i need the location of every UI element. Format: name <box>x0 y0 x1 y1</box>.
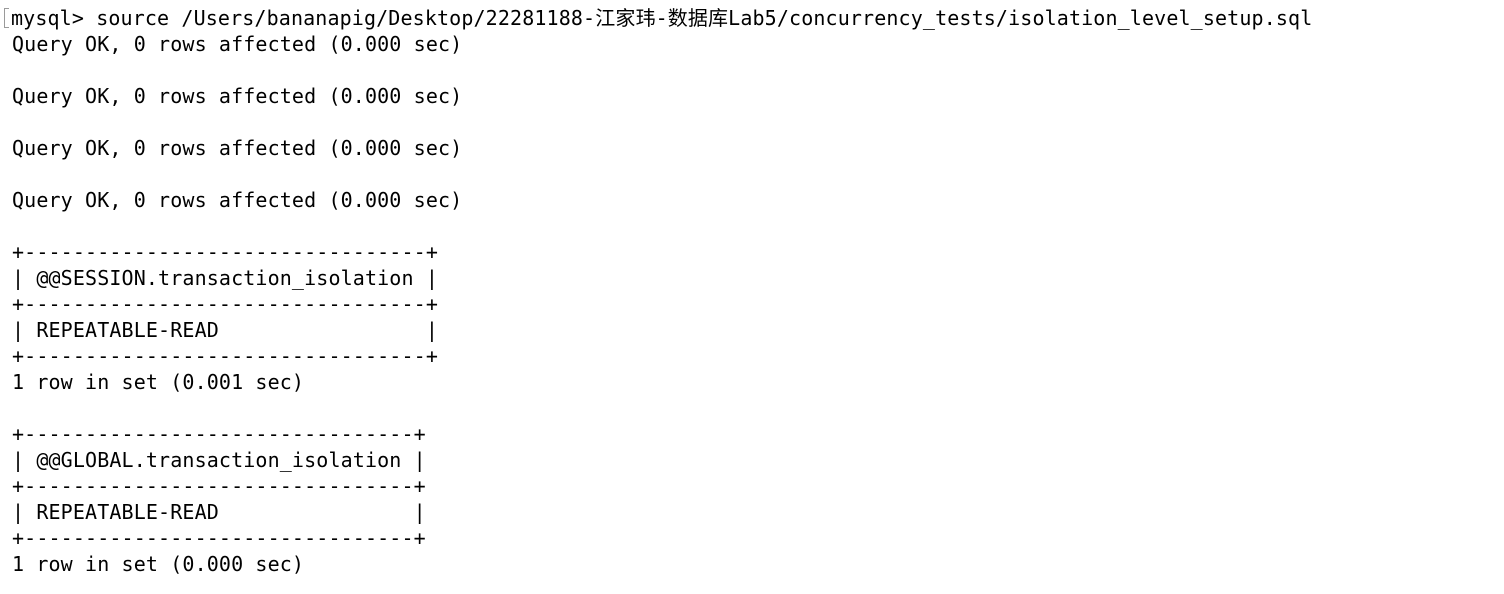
table-border-line: +---------------------------------+ <box>12 344 438 368</box>
table-border-line: +---------------------------------+ <box>12 240 438 264</box>
output-line: Query OK, 0 rows affected (0.000 sec) <box>12 188 463 212</box>
result-summary: 1 row in set (0.000 sec) <box>12 552 305 576</box>
table-data-row: | REPEATABLE-READ | <box>12 500 426 524</box>
table-header-row: | @@SESSION.transaction_isolation | <box>12 266 438 290</box>
command-text: source /Users/bananapig/Desktop/22281188… <box>96 6 1313 30</box>
command-line[interactable]: mysql> source /Users/bananapig/Desktop/2… <box>11 5 1312 31</box>
mark-bracket-icon <box>4 8 9 28</box>
output-line: Query OK, 0 rows affected (0.000 sec) <box>12 32 463 56</box>
table-header-row: | @@GLOBAL.transaction_isolation | <box>12 448 426 472</box>
table-data-row: | REPEATABLE-READ | <box>12 318 438 342</box>
table-border-line: +--------------------------------+ <box>12 474 426 498</box>
prompt: mysql> <box>11 6 97 30</box>
table-border-line: +--------------------------------+ <box>12 422 426 446</box>
output-line: Query OK, 0 rows affected (0.000 sec) <box>12 84 463 108</box>
terminal-window[interactable]: mysql> source /Users/bananapig/Desktop/2… <box>0 0 1504 594</box>
table-border-line: +---------------------------------+ <box>12 292 438 316</box>
result-summary: 1 row in set (0.001 sec) <box>12 370 305 394</box>
table-border-line: +--------------------------------+ <box>12 526 426 550</box>
output-line: Query OK, 0 rows affected (0.000 sec) <box>12 136 463 160</box>
clipped-previous-line <box>12 0 1112 2</box>
